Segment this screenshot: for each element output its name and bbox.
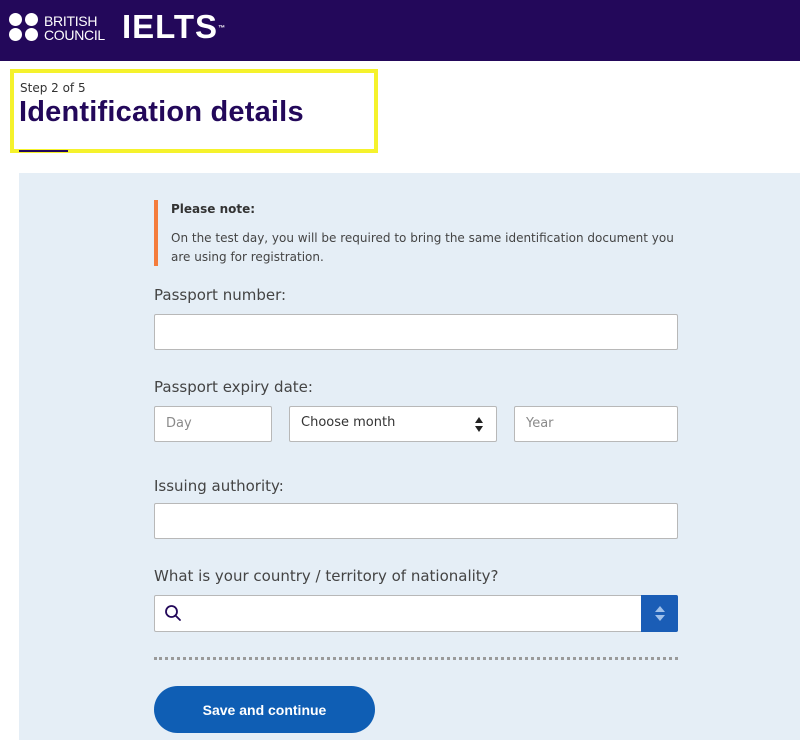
note-callout: Please note: On the test day, you will b…: [154, 200, 684, 266]
nationality-dropdown-toggle[interactable]: [641, 595, 678, 632]
select-arrows-icon: [475, 417, 484, 433]
passport-number-label: Passport number:: [154, 286, 287, 304]
chevron-up-icon: [655, 606, 665, 612]
note-title: Please note:: [171, 202, 256, 216]
page-title: Identification details: [19, 96, 304, 128]
british-council-logo-icon: [9, 13, 45, 43]
search-icon: [165, 605, 181, 621]
nationality-combobox[interactable]: [154, 595, 678, 632]
expiry-year-placeholder: Year: [526, 416, 554, 431]
expiry-day-placeholder: Day: [166, 416, 192, 431]
top-header: BRITISH COUNCIL IELTS™: [0, 0, 800, 61]
passport-number-input[interactable]: [154, 314, 678, 350]
expiry-year-input[interactable]: Year: [514, 406, 678, 442]
chevron-down-icon: [655, 615, 665, 621]
british-council-wordmark: BRITISH COUNCIL: [44, 13, 105, 43]
section-divider: [154, 657, 678, 660]
ielts-logo: IELTS™: [122, 8, 226, 45]
note-body: On the test day, you will be required to…: [171, 231, 674, 264]
save-and-continue-button[interactable]: Save and continue: [154, 686, 375, 733]
expiry-month-value: Choose month: [301, 415, 396, 430]
title-underline: [19, 150, 68, 152]
passport-expiry-label: Passport expiry date:: [154, 378, 313, 396]
issuing-authority-label: Issuing authority:: [154, 477, 284, 495]
expiry-month-select[interactable]: Choose month: [289, 406, 497, 442]
issuing-authority-input[interactable]: [154, 503, 678, 539]
expiry-day-input[interactable]: Day: [154, 406, 272, 442]
nationality-label: What is your country / territory of nati…: [154, 567, 499, 585]
step-indicator: Step 2 of 5: [20, 81, 86, 95]
